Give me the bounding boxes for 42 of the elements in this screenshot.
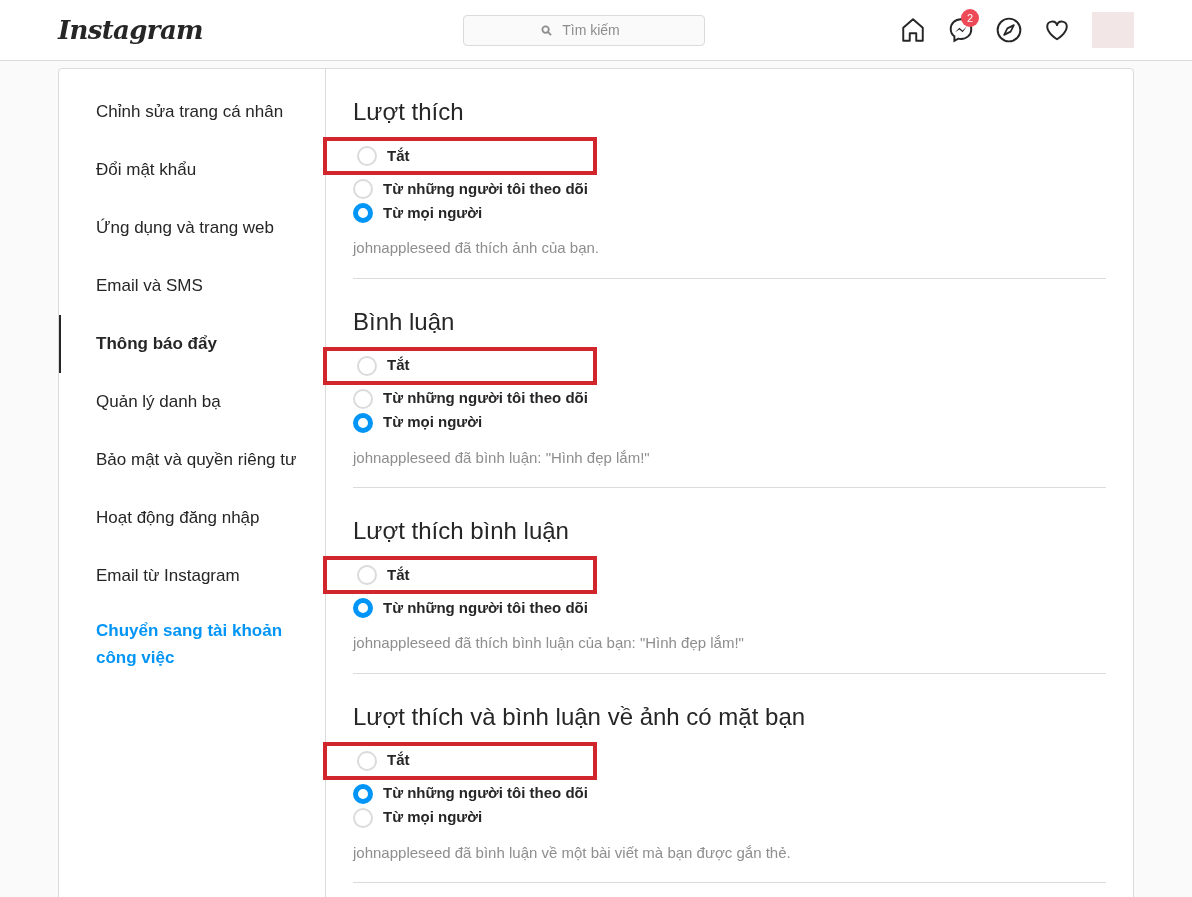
search-field[interactable]: Tìm kiếm <box>463 14 705 46</box>
section-title: Bình luận <box>353 306 456 337</box>
sidebar-item[interactable]: Hoạt động đăng nhập <box>59 489 325 547</box>
example-text: johnappleseed đã bình luận về một bài viết mà bạn được gắn thẻ. <box>353 842 792 863</box>
radio-button[interactable] <box>353 783 373 804</box>
notification-badge: 2 <box>961 9 979 27</box>
radio-button[interactable] <box>353 203 373 223</box>
section-title: Lượt thích <box>353 97 465 127</box>
compass-icon[interactable] <box>996 17 1022 43</box>
section-title: Lượt thích và bình luận về ảnh có mặt bạn <box>353 701 807 732</box>
sidebar-item[interactable]: Email từ Instagram <box>59 547 325 605</box>
option-label: Từ mọi người <box>383 807 483 828</box>
example-text: johnappleseed đã thích bình luận của bạn: "Hình đẹp lắm!" <box>353 633 745 653</box>
option-label: Từ mọi người <box>383 202 483 223</box>
option-label: Từ những người tôi theo dõi <box>383 388 588 409</box>
sidebar-item[interactable]: Thông báo đẩy <box>59 315 325 373</box>
section-title: Lượt thích bình luận <box>353 516 570 546</box>
sidebar-item[interactable]: Bảo mật và quyền riêng tư <box>59 431 325 489</box>
highlight-box[interactable]: Tắt <box>323 346 597 385</box>
radio-button[interactable] <box>353 412 373 433</box>
option-label: Tắt <box>387 750 410 771</box>
sidebar-item[interactable]: Email và SMS <box>59 257 325 315</box>
example-text: johnappleseed đã thích ảnh của bạn. <box>353 238 601 258</box>
sidebar-item[interactable]: Ứng dụng và trang web <box>59 199 325 257</box>
option-label: Tắt <box>387 564 410 585</box>
highlight-box[interactable]: Tắt <box>323 556 597 594</box>
option-label: Từ những người tôi theo dõi <box>383 783 588 804</box>
option-label: Từ mọi người <box>383 412 483 433</box>
highlight-box[interactable]: Tắt <box>323 137 597 175</box>
option-label: Tắt <box>387 145 410 166</box>
sidebar-item[interactable]: Chỉnh sửa trang cá nhân <box>59 83 325 141</box>
search-icon <box>541 24 552 36</box>
logo[interactable]: Instagram <box>58 14 203 45</box>
sidebar-item[interactable]: Quản lý danh bạ <box>59 373 325 431</box>
option-label: Từ những người tôi theo dõi <box>383 597 588 618</box>
home-icon[interactable] <box>900 17 926 43</box>
highlight-box[interactable]: Tắt <box>323 741 597 780</box>
sidebar-item[interactable]: Đổi mật khẩu <box>59 141 325 199</box>
option-label: Từ những người tôi theo dõi <box>383 178 588 199</box>
radio-button[interactable] <box>353 598 373 618</box>
option-label: Tắt <box>387 355 410 376</box>
example-text: johnappleseed đã bình luận: "Hình đẹp lắm!" <box>353 447 651 468</box>
